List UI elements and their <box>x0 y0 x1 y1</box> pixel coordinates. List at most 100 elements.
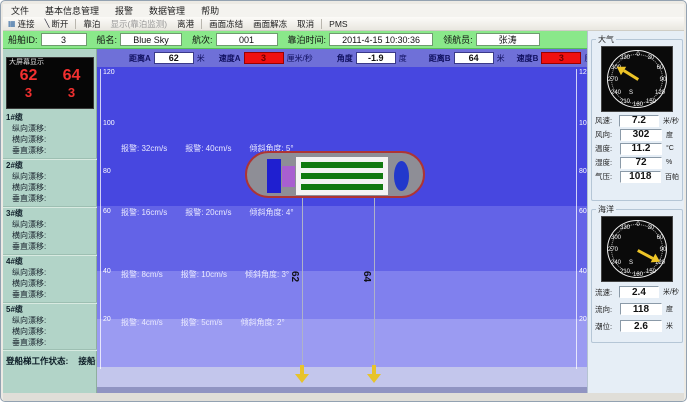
ship-id-label: 船舶ID: <box>8 33 38 46</box>
temperature-value[interactable]: 11.2 <box>620 143 662 155</box>
compass-tick-label: 330 <box>620 55 630 61</box>
compass-south-label: S <box>629 260 633 266</box>
voyage-input[interactable]: 001 <box>216 33 278 46</box>
wind-direction-value[interactable]: 302 <box>620 129 662 141</box>
pressure-unit: 百帕 <box>665 172 679 182</box>
disconnect-button[interactable]: ╲ 断开 <box>40 18 74 30</box>
compass-tick-label: 210 <box>620 99 630 105</box>
ship-id-input[interactable]: 3 <box>41 33 87 46</box>
mooring-group-3: 3#缆 纵向漂移: 横向漂移: 垂直漂移: <box>3 206 97 254</box>
gangway-status: 登船梯工作状态: 接船 <box>3 349 97 367</box>
deck-stripe <box>301 162 383 168</box>
angle-value[interactable]: -1.9 <box>356 52 396 64</box>
mooring-group-2: 2#缆 纵向漂移: 横向漂移: 垂直漂移: <box>3 158 97 206</box>
led-distance-b: 64 <box>63 67 81 85</box>
screen-unfreeze-button[interactable]: 画面解冻 <box>248 18 292 30</box>
distance-line-a-label: 62 <box>289 271 300 282</box>
current-speed-unit: 米/秒 <box>663 287 679 297</box>
list-item: 横向漂移: <box>3 134 97 145</box>
tide-level-value[interactable]: 2.6 <box>620 320 662 332</box>
group-header: 1#缆 <box>3 112 97 123</box>
display-monitor-label: 显示(靠泊监测) <box>110 18 167 30</box>
cancel-button[interactable]: 取消 <box>292 18 319 30</box>
temperature-label: 温度: <box>595 143 620 154</box>
speed-a-label: 速度A <box>219 53 241 64</box>
wind-direction-label: 风向: <box>595 129 620 140</box>
list-item: 垂直漂移: <box>3 289 97 300</box>
distance-a-value[interactable]: 62 <box>154 52 194 64</box>
group-header: 3#缆 <box>3 208 97 219</box>
pressure-row: 气压: 1018 百帕 <box>595 170 679 183</box>
connect-label: 连接 <box>18 18 35 30</box>
temperature-row: 温度: 11.2 °C <box>595 142 679 155</box>
y-tick-label: 120 <box>103 69 115 76</box>
ocean-title: 海洋 <box>596 204 616 215</box>
warn-b-label: 报警: 40cm/s <box>185 143 231 154</box>
tilt-label: 倾斜角度: 2° <box>241 317 285 328</box>
list-item: 纵向漂移: <box>3 123 97 134</box>
temperature-unit: °C <box>666 145 674 152</box>
deck-stripe <box>301 184 383 190</box>
compass-tick-label: 0 <box>636 52 639 58</box>
compass-tick-label: 150 <box>646 99 656 105</box>
compass-tick-label: 30 <box>648 225 655 231</box>
tide-level-unit: 米 <box>666 321 673 331</box>
distance-b-value[interactable]: 64 <box>454 52 494 64</box>
wind-speed-value[interactable]: 7.2 <box>619 115 659 127</box>
menu-item-basic-info[interactable]: 基本信息管理 <box>37 4 107 17</box>
warn-b-label: 报警: 20cm/s <box>185 207 231 218</box>
y-tick-label: 20 <box>103 316 111 323</box>
depart-button[interactable]: 离港 <box>172 18 199 30</box>
window-bottom-edge <box>3 393 684 401</box>
y-tick-label: 120 <box>579 69 587 76</box>
menu-bar: 文件 基本信息管理 报警 数据管理 帮助 <box>3 4 684 17</box>
mooring-group-4: 4#缆 纵向漂移: 横向漂移: 垂直漂移: <box>3 254 97 302</box>
alarm-threshold-row: 报警: 4cm/s 报警: 5cm/s 倾斜角度: 2° <box>121 317 285 328</box>
list-item: 横向漂移: <box>3 278 97 289</box>
wind-speed-unit: 米/秒 <box>663 116 679 126</box>
pilot-input[interactable]: 张涛 <box>476 33 540 46</box>
alarm-threshold-row: 报警: 16cm/s 报警: 20cm/s 倾斜角度: 4° <box>121 207 294 218</box>
speed-b-label: 速度B <box>517 53 539 64</box>
ocean-group: 海洋 0 30 60 90 120 150 180 210 240 270 30… <box>591 209 683 343</box>
toolbar-separator <box>321 19 322 29</box>
menu-item-help[interactable]: 帮助 <box>193 4 227 17</box>
gangway-status-label: 登船梯工作状态: <box>6 355 68 367</box>
current-direction-value[interactable]: 118 <box>620 303 662 315</box>
toolbar-separator <box>75 19 76 29</box>
distance-a-unit: 米 <box>197 53 205 64</box>
compass-tick-label: 180 <box>633 102 643 108</box>
speed-a-value[interactable]: 3 <box>244 52 284 64</box>
current-speed-value[interactable]: 2.4 <box>619 286 659 298</box>
screen-freeze-button[interactable]: 画面冻结 <box>204 18 248 30</box>
compass-tick-label: 210 <box>620 269 630 275</box>
humidity-value[interactable]: 72 <box>620 157 662 169</box>
screen-unfreeze-label: 画面解冻 <box>253 18 287 30</box>
measurement-bar: 距离A 62 米 速度A 3 厘米/秒 角度 -1.9 度 距离B 64 米 速… <box>97 49 587 67</box>
pilot-label: 领航员: <box>443 33 473 46</box>
tide-level-row: 潮位: 2.6 米 <box>595 318 679 334</box>
menu-item-data-mgmt[interactable]: 数据管理 <box>141 4 193 17</box>
group-header: 4#缆 <box>3 256 97 267</box>
group-header: 5#缆 <box>3 304 97 315</box>
speed-b-value[interactable]: 3 <box>541 52 581 64</box>
berth-time-input[interactable]: 2011-4-15 10:30:36 <box>329 33 433 46</box>
connect-button[interactable]: ▦ 连接 <box>3 18 40 30</box>
menu-item-file[interactable]: 文件 <box>3 4 37 17</box>
compass-tick-label: 270 <box>608 77 618 83</box>
berth-button[interactable]: 靠泊 <box>78 18 105 30</box>
pressure-value[interactable]: 1018 <box>620 171 661 183</box>
list-item: 垂直漂移: <box>3 241 97 252</box>
pms-button[interactable]: PMS <box>324 19 352 29</box>
y-tick-label: 40 <box>103 268 111 275</box>
y-tick-label: 80 <box>579 168 587 175</box>
toolbar: ▦ 连接 ╲ 断开 靠泊 显示(靠泊监测) 离港 画面冻结 画面解冻 取消 PM… <box>3 17 684 31</box>
ship-funnel <box>282 166 295 187</box>
display-monitor-button[interactable]: 显示(靠泊监测) <box>105 18 172 30</box>
y-tick-label: 40 <box>579 268 587 275</box>
list-item: 垂直漂移: <box>3 337 97 348</box>
humidity-label: 湿度: <box>595 157 620 168</box>
list-item: 横向漂移: <box>3 326 97 337</box>
ship-name-input[interactable]: Blue Sky <box>120 33 182 46</box>
menu-item-alarm[interactable]: 报警 <box>107 4 141 17</box>
